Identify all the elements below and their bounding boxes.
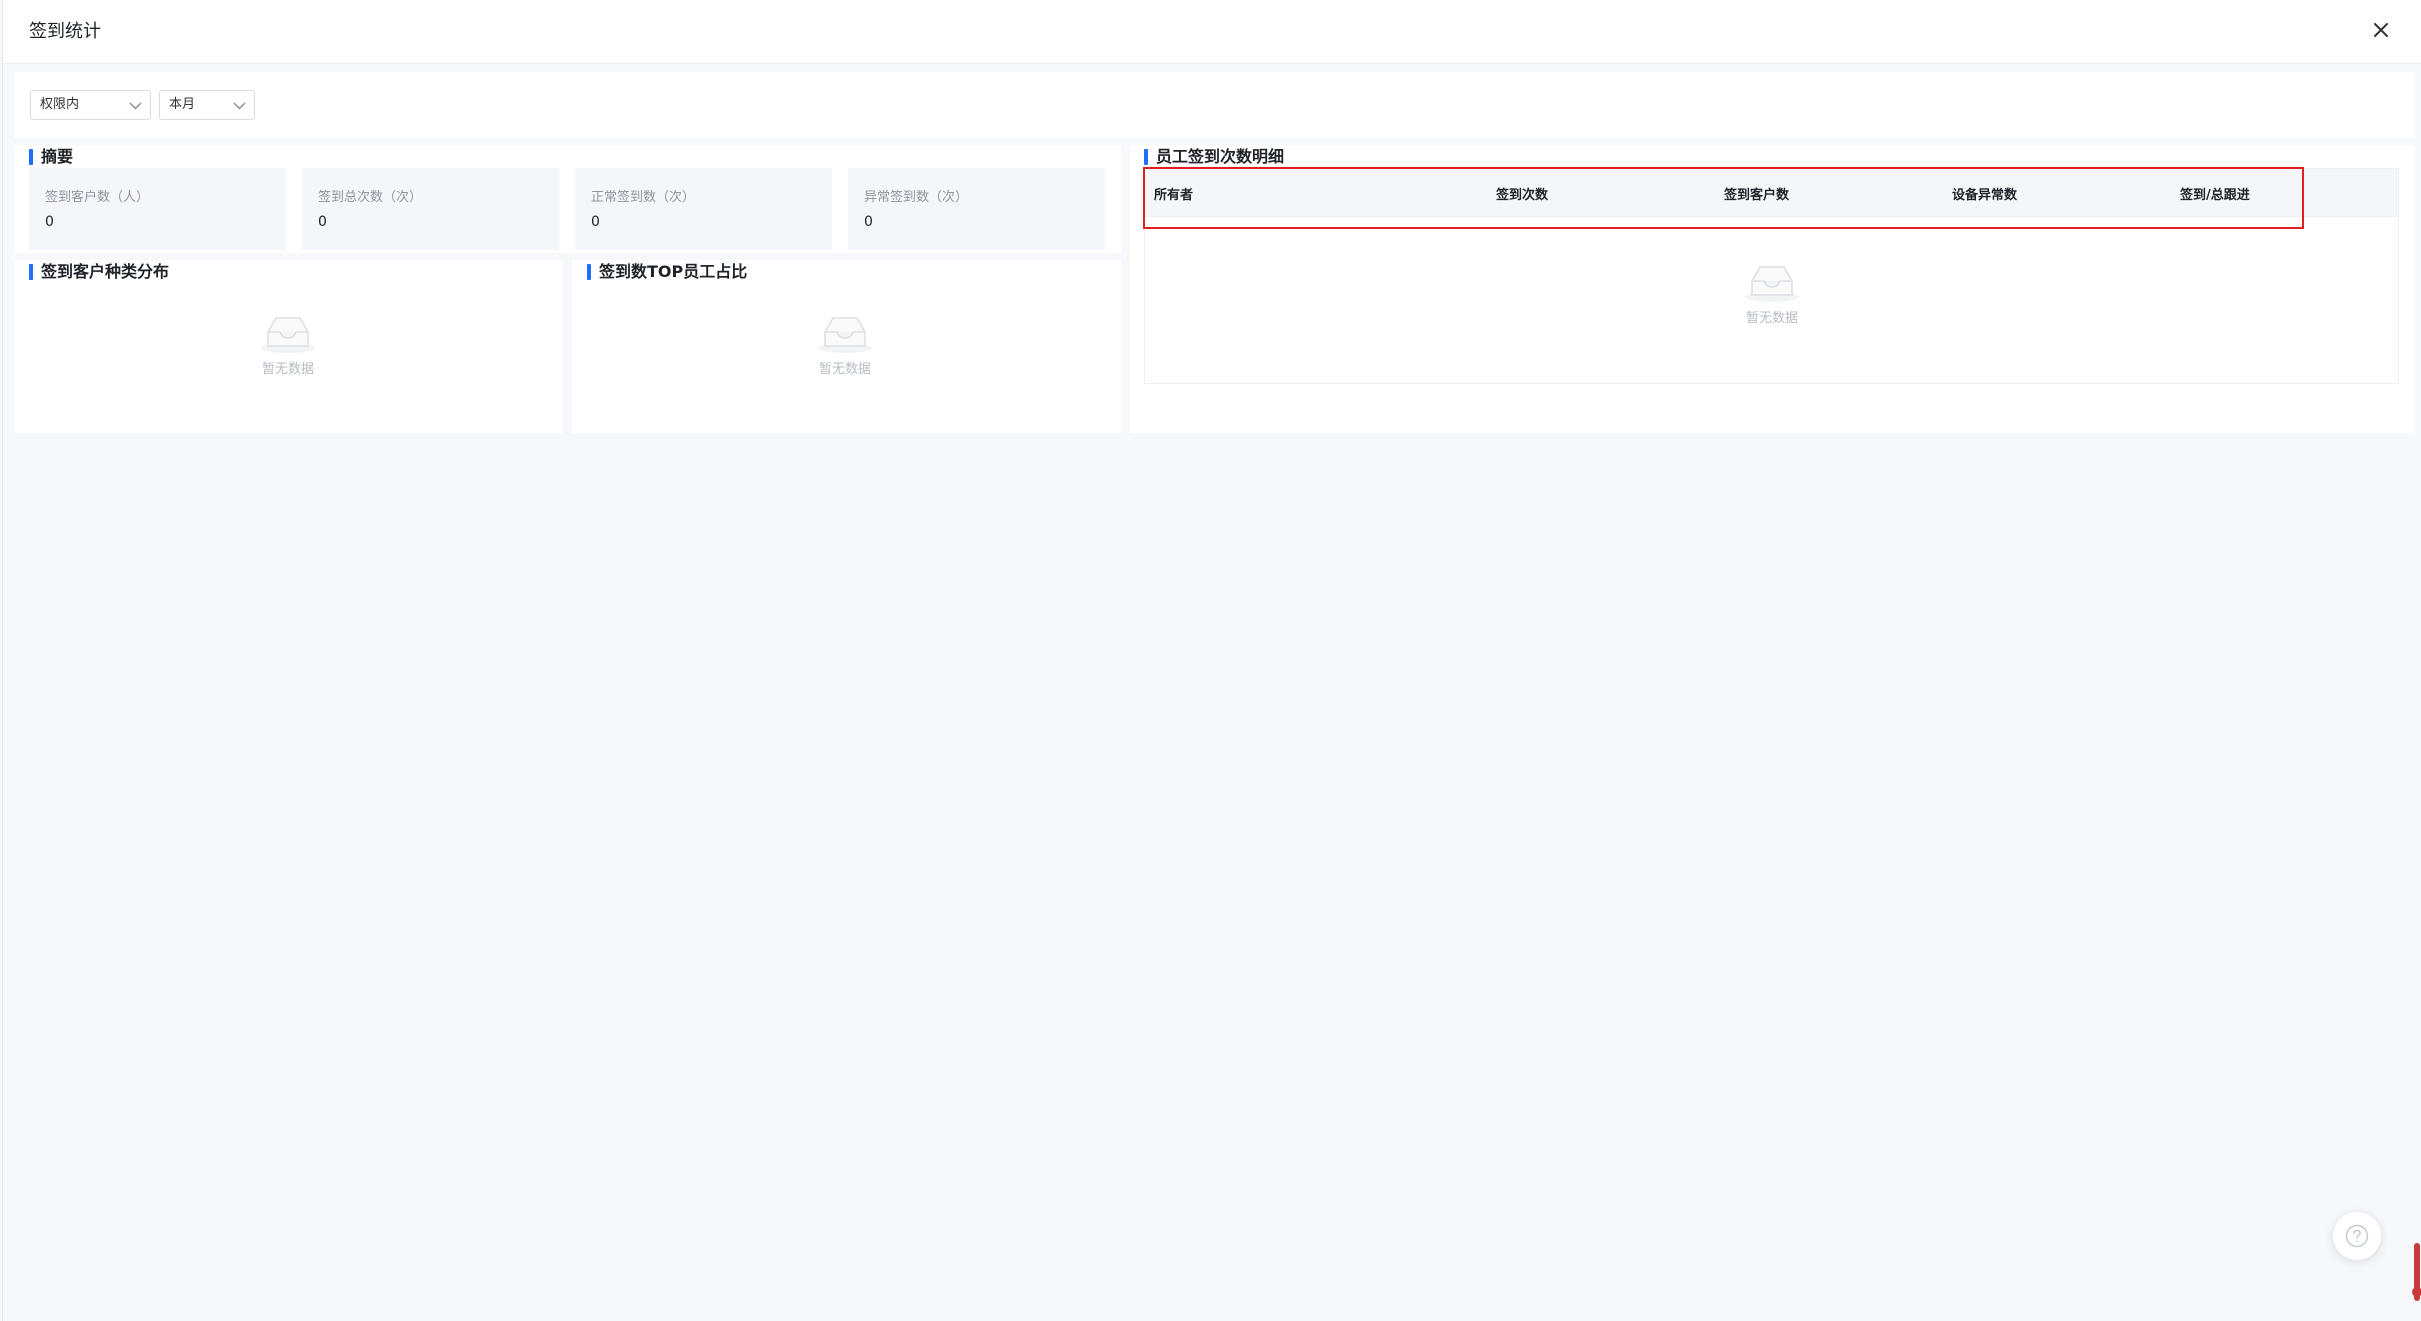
column-header-sign-count[interactable]: 签到次数 xyxy=(1496,184,1548,203)
close-button[interactable] xyxy=(2369,18,2393,42)
chevron-down-icon xyxy=(129,102,142,110)
stat-label: 正常签到数（次） xyxy=(591,190,696,205)
empty-state: 暂无数据 xyxy=(785,312,905,377)
chevron-down-icon xyxy=(233,102,246,110)
empty-text: 暂无数据 xyxy=(1745,311,1798,326)
customer-distribution-title: 签到客户种类分布 xyxy=(29,262,169,282)
empty-state: 暂无数据 xyxy=(1712,261,1832,326)
column-header-sign-ratio[interactable]: 签到/总跟进 xyxy=(2180,184,2250,203)
empty-box-icon xyxy=(818,317,872,353)
stat-label: 签到总次数（次） xyxy=(318,190,423,205)
period-select-value: 本月 xyxy=(169,97,196,112)
stat-card: 异常签到数（次） 0 xyxy=(848,168,1105,250)
scope-select-value: 权限内 xyxy=(40,97,80,112)
column-header-device-error-count[interactable]: 设备异常数 xyxy=(1952,184,2017,203)
top-staff-title: 签到数TOP员工占比 xyxy=(587,262,747,282)
empty-box-icon xyxy=(1745,266,1799,302)
empty-text: 暂无数据 xyxy=(818,362,871,377)
stat-card: 签到客户数（人） 0 xyxy=(29,168,286,250)
period-select[interactable]: 本月 xyxy=(159,90,255,120)
help-button[interactable] xyxy=(2333,1212,2381,1260)
scroll-indicator-dot xyxy=(2412,1287,2421,1297)
column-header-customer-count[interactable]: 签到客户数 xyxy=(1724,184,1789,203)
sign-in-stats-dialog: 签到统计 权限内 本月 摘要 签到客户数（人） 0 签到总次数（次） 0 正常签… xyxy=(2,0,2421,1321)
stat-card: 签到总次数（次） 0 xyxy=(302,168,559,250)
stat-value: 0 xyxy=(318,214,327,230)
stat-card: 正常签到数（次） 0 xyxy=(575,168,832,250)
stat-value: 0 xyxy=(864,214,873,230)
dialog-header: 签到统计 xyxy=(3,0,2421,64)
dialog-title: 签到统计 xyxy=(29,21,101,42)
detail-table: 所有者 签到次数 签到客户数 设备异常数 签到/总跟进 暂无数据 xyxy=(1144,168,2399,384)
empty-box-icon xyxy=(261,317,315,353)
summary-title: 摘要 xyxy=(29,147,73,167)
table-header: 所有者 签到次数 签到客户数 设备异常数 签到/总跟进 xyxy=(1145,169,2398,217)
close-icon xyxy=(2374,23,2388,37)
empty-text: 暂无数据 xyxy=(261,362,314,377)
stat-label: 签到客户数（人） xyxy=(45,190,150,205)
filter-bar: 权限内 本月 xyxy=(14,72,2415,138)
stat-value: 0 xyxy=(591,214,600,230)
scope-select[interactable]: 权限内 xyxy=(30,90,151,120)
stat-value: 0 xyxy=(45,214,54,230)
stat-label: 异常签到数（次） xyxy=(864,190,969,205)
help-icon xyxy=(2345,1224,2369,1248)
empty-state: 暂无数据 xyxy=(228,312,348,377)
detail-title: 员工签到次数明细 xyxy=(1144,147,1284,167)
column-header-owner[interactable]: 所有者 xyxy=(1154,184,1193,203)
